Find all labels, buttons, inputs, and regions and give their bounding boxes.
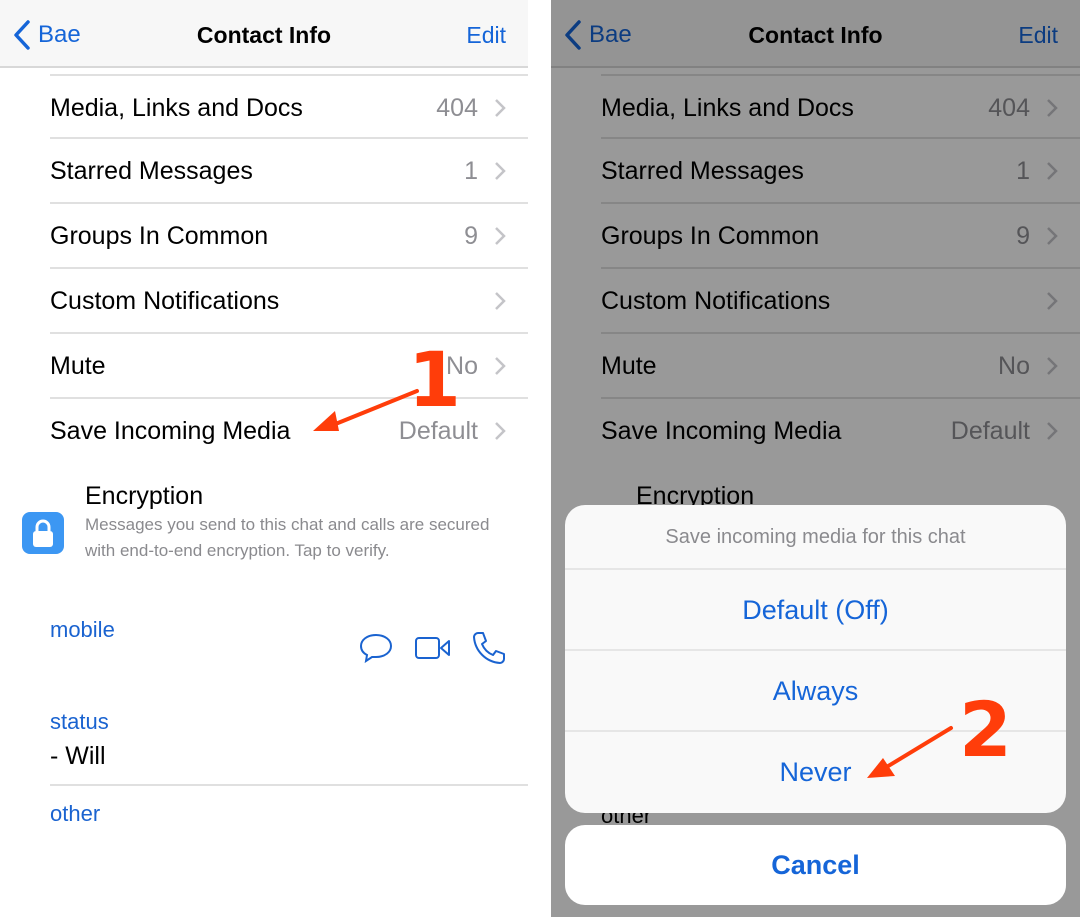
video-call-icon[interactable] — [415, 636, 451, 660]
edit-button[interactable]: Edit — [466, 22, 506, 49]
back-button[interactable]: Bae — [12, 20, 81, 50]
row-label: Groups In Common — [50, 222, 269, 250]
action-sheet-title: Save incoming media for this chat — [565, 505, 1066, 570]
row-value: 404 — [436, 94, 478, 122]
row-label: Media, Links and Docs — [50, 94, 303, 122]
voice-call-icon[interactable] — [472, 631, 506, 665]
chevron-right-icon — [495, 357, 506, 375]
row-label: Mute — [50, 352, 106, 380]
row-value: 9 — [464, 222, 478, 250]
row-label: Starred Messages — [50, 157, 253, 185]
row-label: Custom Notifications — [50, 287, 280, 315]
chevron-right-icon — [495, 162, 506, 180]
navigation-bar: Bae Contact Info Edit — [0, 0, 528, 68]
annotation-arrow-1 — [313, 389, 419, 431]
phone-label: mobile — [50, 617, 115, 642]
annotation-step-1: 1 — [408, 335, 461, 424]
divider — [50, 784, 528, 786]
encryption-section[interactable]: Encryption Messages you send to this cha… — [0, 478, 528, 588]
chevron-right-icon — [495, 292, 506, 310]
lock-icon — [22, 512, 64, 554]
status-value: - Will — [50, 742, 106, 770]
chevron-right-icon — [495, 422, 506, 440]
row-label: Save Incoming Media — [50, 417, 291, 445]
contact-info-screen-step1: Bae Contact Info Edit Media, Links and D… — [0, 0, 528, 917]
other-label: other — [50, 801, 101, 826]
status-label: status — [50, 709, 109, 734]
contact-info-screen-step2: Bae Contact Info Edit Media, Links and D… — [551, 0, 1080, 917]
encryption-description: Messages you send to this chat and calls… — [85, 515, 490, 560]
row-starred-messages[interactable]: Starred Messages 1 — [50, 139, 528, 204]
back-label: Bae — [38, 21, 81, 48]
annotation-step-2: 2 — [959, 685, 1012, 774]
cancel-button[interactable]: Cancel — [565, 825, 1066, 905]
row-custom-notifications[interactable]: Custom Notifications — [50, 269, 528, 334]
chevron-left-icon — [14, 20, 30, 50]
chevron-right-icon — [495, 227, 506, 245]
row-media-links-docs[interactable]: Media, Links and Docs 404 — [50, 74, 528, 139]
option-default-off[interactable]: Default (Off) — [565, 570, 1066, 651]
chevron-right-icon — [495, 99, 506, 117]
row-groups-in-common[interactable]: Groups In Common 9 — [50, 204, 528, 269]
annotation-arrow-2 — [867, 726, 953, 778]
message-icon[interactable] — [359, 633, 393, 663]
row-value: 1 — [464, 157, 478, 185]
encryption-title: Encryption — [85, 482, 204, 510]
